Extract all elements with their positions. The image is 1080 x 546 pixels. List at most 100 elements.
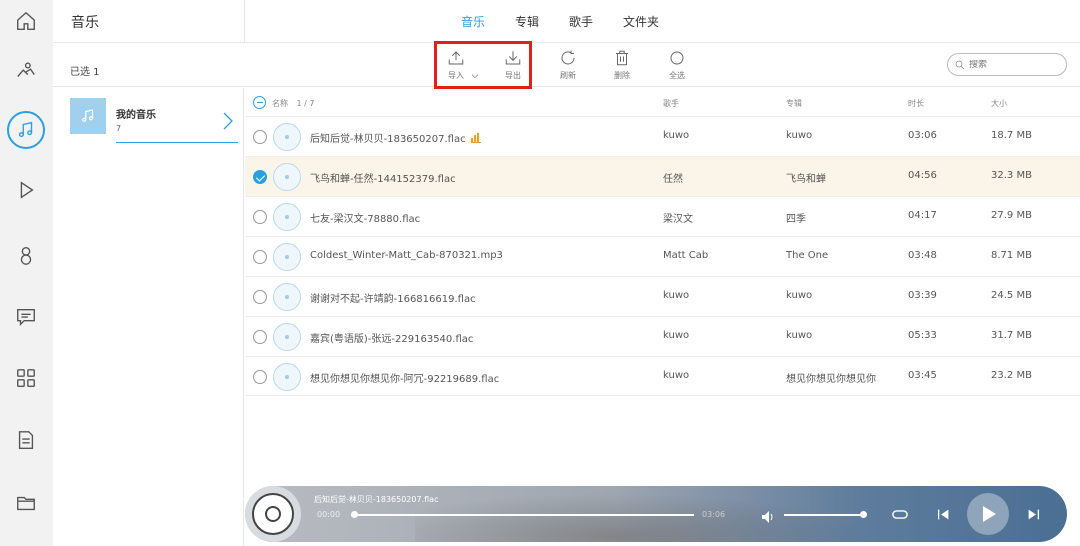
playlist-item-my-music[interactable]: 我的音乐 7 xyxy=(70,98,240,144)
playing-equalizer-icon xyxy=(470,133,481,143)
table-row[interactable]: 嘉宾(粤语版)-张远-229163540.flac kuwo kuwo 05:3… xyxy=(245,316,1080,356)
now-playing-title: 后知后觉-林贝贝-183650207.flac xyxy=(314,495,439,504)
song-artist: Matt Cab xyxy=(663,250,709,261)
song-artist: kuwo xyxy=(663,330,690,341)
table-row[interactable]: 谢谢对不起-许靖韵-166816619.flac kuwo kuwo 03:39… xyxy=(245,276,1080,316)
table-row[interactable]: 飞鸟和蝉-任然-144152379.flac 任然 飞鸟和蝉 04:56 32.… xyxy=(245,156,1080,196)
search-icon xyxy=(955,60,965,69)
table-row[interactable]: 想见你想见你想见你-阿冗-92219689.flac kuwo 想见你想见你想见… xyxy=(245,356,1080,396)
current-time: 00:00 xyxy=(317,510,341,519)
song-name: 后知后觉-林贝贝-183650207.flac xyxy=(310,130,481,145)
song-artist: 任然 xyxy=(663,174,683,185)
tab-album[interactable]: 专辑 xyxy=(515,13,539,30)
progress-knob[interactable] xyxy=(351,511,358,518)
row-checkbox[interactable] xyxy=(253,290,267,304)
apps-icon[interactable] xyxy=(7,359,45,397)
song-size: 23.2 MB xyxy=(991,370,1032,381)
volume-slider[interactable] xyxy=(784,511,867,518)
table-row[interactable]: 后知后觉-林贝贝-183650207.flac kuwo kuwo 03:06 … xyxy=(245,116,1080,156)
deselect-all-checkbox[interactable] xyxy=(253,96,266,109)
song-name: 想见你想见你想见你-阿冗-92219689.flac xyxy=(310,374,500,385)
song-name-text: 后知后觉-林贝贝-183650207.flac xyxy=(310,134,466,145)
song-album: The One xyxy=(786,250,829,261)
disc-icon xyxy=(273,243,301,271)
song-duration: 05:33 xyxy=(908,330,937,341)
disc-icon xyxy=(273,163,301,191)
header-artist[interactable]: 歌手 xyxy=(663,98,679,109)
song-artist: 梁汉文 xyxy=(663,214,693,225)
message-icon[interactable] xyxy=(7,298,45,336)
music-note-icon[interactable] xyxy=(7,111,45,149)
playlist-pane: 我的音乐 7 xyxy=(53,88,244,546)
header-album[interactable]: 专辑 xyxy=(786,98,802,109)
playlist-thumbnail xyxy=(70,98,106,134)
song-duration: 04:56 xyxy=(908,170,937,181)
song-name: 飞鸟和蝉-任然-144152379.flac xyxy=(310,174,456,185)
song-size: 27.9 MB xyxy=(991,210,1032,221)
next-icon[interactable] xyxy=(1025,506,1041,522)
playlist-name: 我的音乐 xyxy=(116,110,156,121)
total-time: 03:06 xyxy=(702,510,726,519)
volume-icon[interactable] xyxy=(762,508,776,527)
tab-artist[interactable]: 歌手 xyxy=(569,13,593,30)
row-checkbox[interactable] xyxy=(253,330,267,344)
refresh-label: 刷新 xyxy=(560,71,576,80)
tab-music[interactable]: 音乐 xyxy=(461,13,485,30)
song-album: kuwo xyxy=(786,130,813,141)
table-rows: 后知后觉-林贝贝-183650207.flac kuwo kuwo 03:06 … xyxy=(245,116,1080,396)
search-input[interactable] xyxy=(969,59,1059,70)
song-duration: 03:45 xyxy=(908,370,937,381)
header-size[interactable]: 大小 xyxy=(991,98,1007,109)
song-name: 七友-梁汉文-78880.flac xyxy=(310,214,421,225)
song-duration: 03:39 xyxy=(908,290,937,301)
song-artist: kuwo xyxy=(663,290,690,301)
document-icon[interactable] xyxy=(7,421,45,459)
play-icon[interactable] xyxy=(7,171,45,209)
now-playing-disc-icon[interactable] xyxy=(245,486,301,542)
selected-count: 已选 1 xyxy=(70,67,100,78)
people-icon[interactable] xyxy=(7,52,45,90)
header-divider xyxy=(244,0,245,43)
song-artist: kuwo xyxy=(663,130,690,141)
user-icon[interactable] xyxy=(7,236,45,274)
row-checkbox[interactable] xyxy=(253,130,267,144)
top-bar: 音乐 音乐 专辑 歌手 文件夹 xyxy=(53,0,1080,43)
select-all-button[interactable]: 全选 xyxy=(661,49,693,81)
music-app: 音乐 音乐 专辑 歌手 文件夹 已选 1 导入 导出 刷新 删除 全选 搜索 我… xyxy=(0,0,1080,546)
row-checkbox[interactable] xyxy=(253,250,267,264)
row-checkbox[interactable] xyxy=(253,170,267,184)
song-album: 想见你想见你想见你 xyxy=(786,374,876,385)
song-name: 嘉宾(粤语版)-张远-229163540.flac xyxy=(310,334,474,345)
playlist-underline xyxy=(116,142,238,143)
delete-button[interactable]: 删除 xyxy=(606,49,638,81)
song-name: 谢谢对不起-许靖韵-166816619.flac xyxy=(310,294,476,305)
song-artist: kuwo xyxy=(663,370,690,381)
refresh-button[interactable]: 刷新 xyxy=(552,49,584,81)
play-button[interactable] xyxy=(967,493,1009,535)
delete-label: 删除 xyxy=(614,71,630,80)
song-table: 名称 1 / 7 歌手 专辑 时长 大小 后知后觉-林贝贝-183650207.… xyxy=(245,88,1080,396)
repeat-icon[interactable] xyxy=(891,506,909,522)
song-album: 飞鸟和蝉 xyxy=(786,174,826,185)
folder-icon[interactable] xyxy=(7,484,45,522)
table-row[interactable]: Coldest_Winter-Matt_Cab-870321.mp3 Matt … xyxy=(245,236,1080,276)
header-name[interactable]: 名称 1 / 7 xyxy=(272,98,315,109)
row-checkbox[interactable] xyxy=(253,210,267,224)
song-size: 8.71 MB xyxy=(991,250,1032,261)
volume-knob[interactable] xyxy=(860,511,867,518)
chevron-right-icon xyxy=(222,112,234,130)
previous-icon[interactable] xyxy=(935,506,951,522)
tab-folder[interactable]: 文件夹 xyxy=(623,13,659,30)
song-name: Coldest_Winter-Matt_Cab-870321.mp3 xyxy=(310,250,503,261)
song-size: 31.7 MB xyxy=(991,330,1032,341)
progress-slider[interactable] xyxy=(351,511,694,518)
table-row[interactable]: 七友-梁汉文-78880.flac 梁汉文 四季 04:17 27.9 MB xyxy=(245,196,1080,236)
song-size: 18.7 MB xyxy=(991,130,1032,141)
play-icon xyxy=(983,506,996,522)
home-icon[interactable] xyxy=(7,2,45,40)
playlist-count: 7 xyxy=(116,124,122,133)
search-box[interactable] xyxy=(947,53,1067,76)
song-duration: 04:17 xyxy=(908,210,937,221)
row-checkbox[interactable] xyxy=(253,370,267,384)
header-duration[interactable]: 时长 xyxy=(908,98,924,109)
